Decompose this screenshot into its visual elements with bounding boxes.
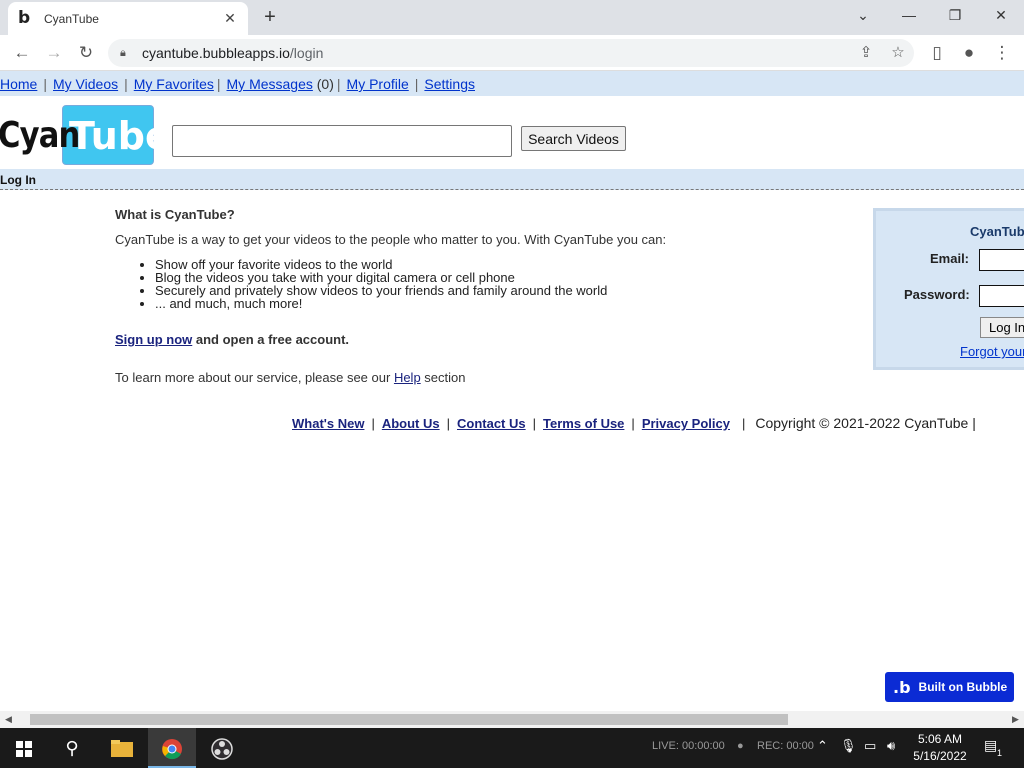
windows-start-icon[interactable] xyxy=(0,728,48,768)
brand-row: Cyan Tube Search Videos xyxy=(0,96,1024,169)
share-icon[interactable]: ⇪ xyxy=(852,39,880,67)
scrollbar-thumb[interactable] xyxy=(30,714,788,725)
section-title-log-in: Log In xyxy=(0,169,1024,190)
password-field[interactable] xyxy=(979,285,1024,307)
help-link[interactable]: Help xyxy=(394,370,421,385)
restore-button[interactable]: ❐ xyxy=(935,4,975,28)
microphone-icon[interactable]: 🎙︎ xyxy=(840,738,857,754)
chevron-up-icon[interactable]: ⌃ xyxy=(817,738,828,754)
messages-count: (0) xyxy=(316,76,334,92)
address-bar[interactable]: 🔒︎ cyantube.bubbleapps.io/login ⇪ ☆ xyxy=(108,39,914,67)
password-label: Password: xyxy=(904,287,970,302)
tab-search-icon[interactable]: ⌄ xyxy=(843,4,883,28)
terms-of-use-link[interactable]: Terms of Use xyxy=(543,416,624,431)
minimize-button[interactable]: — xyxy=(889,4,929,28)
nav-home-link[interactable]: Home xyxy=(0,76,37,92)
contact-us-link[interactable]: Contact Us xyxy=(457,416,526,431)
privacy-policy-link[interactable]: Privacy Policy xyxy=(642,416,730,431)
side-panel-icon[interactable]: ▯ xyxy=(925,41,949,65)
file-explorer-icon[interactable] xyxy=(98,728,146,768)
page-viewport: Home | My Videos | My Favorites | My Messages … xyxy=(0,71,1024,711)
badge-label: Built on Bubble xyxy=(918,680,1008,694)
tab-title: CyanTube xyxy=(44,11,99,26)
login-panel-title: CyanTub xyxy=(970,224,1024,239)
record-dot-icon: ● xyxy=(737,740,744,752)
about-us-link[interactable]: About Us xyxy=(382,416,440,431)
windows-taskbar: ⚲ LIVE: 00:00:00 ● REC: 00:00 ⌃ 🎙︎ ▭ 🔊︎ … xyxy=(0,728,1024,768)
reload-icon[interactable]: ↻ xyxy=(74,41,98,65)
built-on-bubble-badge[interactable]: .b Built on Bubble xyxy=(885,672,1014,702)
bookmark-star-icon[interactable]: ☆ xyxy=(884,39,912,67)
tray-live-status: LIVE: 00:00:00 xyxy=(652,740,725,752)
main-content: What is CyanTube? CyanTube is a way to g… xyxy=(0,190,1024,710)
features-list: Show off your favorite videos to the wor… xyxy=(155,258,607,310)
signup-line: Sign up now and open a free account. xyxy=(115,332,349,347)
taskbar-clock[interactable]: 5:06 AM 5/16/2022 xyxy=(910,731,970,765)
notification-count: 1 xyxy=(997,748,1003,758)
url-text[interactable]: cyantube.bubbleapps.io/login xyxy=(142,45,323,61)
footer-links: What's New | About Us | Contact Us | Terms of … xyxy=(292,415,976,431)
forward-icon[interactable]: → xyxy=(42,41,66,65)
logo-text-cyan: Cyan xyxy=(0,114,80,156)
browser-tab[interactable]: b CyanTube ✕ xyxy=(8,2,248,35)
search-videos-button[interactable]: Search Videos xyxy=(521,126,626,151)
lock-icon[interactable]: 🔒︎ xyxy=(120,47,134,60)
email-label: Email: xyxy=(930,251,970,266)
scroll-right-icon[interactable]: ▶ xyxy=(1007,711,1024,728)
menu-kebab-icon[interactable]: ⋮ xyxy=(990,41,1014,65)
close-tab-icon[interactable]: ✕ xyxy=(222,10,238,27)
browser-tabstrip: b CyanTube ✕ + ⌄ — ❐ ✕ xyxy=(0,0,1024,35)
top-nav: Home | My Videos | My Favorites | My Messages … xyxy=(0,71,1024,96)
new-tab-button[interactable]: + xyxy=(258,6,282,30)
profile-avatar-icon[interactable]: ● xyxy=(957,41,981,65)
network-icon[interactable]: ▭ xyxy=(864,738,876,754)
list-item: ... and much, much more! xyxy=(155,297,607,310)
scroll-left-icon[interactable]: ◀ xyxy=(0,711,17,728)
nav-my-favorites-link[interactable]: My Favorites xyxy=(134,76,214,92)
horizontal-scrollbar[interactable]: ◀ ▶ xyxy=(0,711,1024,728)
copyright-text: Copyright © 2021-2022 CyanTube | xyxy=(755,415,976,431)
cyantube-logo[interactable]: Cyan Tube xyxy=(0,105,171,165)
clock-date: 5/16/2022 xyxy=(913,749,967,763)
notifications-icon[interactable]: ▤ xyxy=(984,737,997,754)
bubble-logo-icon: .b xyxy=(893,677,911,697)
bubble-favicon-icon: b xyxy=(18,7,31,28)
learn-more-line: To learn more about our service, please … xyxy=(115,370,466,385)
volume-icon[interactable]: 🔊︎ xyxy=(887,738,895,754)
search-input[interactable] xyxy=(172,125,512,157)
login-panel: CyanTub Email: Password: Log In Forgot y… xyxy=(873,208,1024,370)
learn-pre-text: To learn more about our service, please … xyxy=(115,370,394,385)
log-in-button[interactable]: Log In xyxy=(980,317,1024,338)
intro-text: CyanTube is a way to get your videos to … xyxy=(115,232,667,247)
forgot-password-link[interactable]: Forgot your xyxy=(960,344,1024,359)
obs-icon[interactable] xyxy=(198,728,246,768)
what-is-heading: What is CyanTube? xyxy=(115,207,235,222)
nav-my-videos-link[interactable]: My Videos xyxy=(53,76,118,92)
nav-settings-link[interactable]: Settings xyxy=(424,76,475,92)
nav-my-profile-link[interactable]: My Profile xyxy=(347,76,409,92)
sign-up-link[interactable]: Sign up now xyxy=(115,332,192,347)
chrome-icon[interactable] xyxy=(148,728,196,768)
email-field[interactable] xyxy=(979,249,1024,271)
whats-new-link[interactable]: What's New xyxy=(292,416,364,431)
back-icon[interactable]: ← xyxy=(10,41,34,65)
browser-toolbar: ← → ↻ 🔒︎ cyantube.bubbleapps.io/login ⇪ … xyxy=(0,35,1024,71)
tray-rec-status: REC: 00:00 xyxy=(757,740,814,752)
nav-my-messages-link[interactable]: My Messages xyxy=(227,76,313,92)
search-icon[interactable]: ⚲ xyxy=(48,728,96,768)
clock-time: 5:06 AM xyxy=(917,732,963,746)
close-window-button[interactable]: ✕ xyxy=(981,4,1021,28)
signup-rest-text: and open a free account. xyxy=(192,332,350,347)
learn-post-text: section xyxy=(420,370,466,385)
